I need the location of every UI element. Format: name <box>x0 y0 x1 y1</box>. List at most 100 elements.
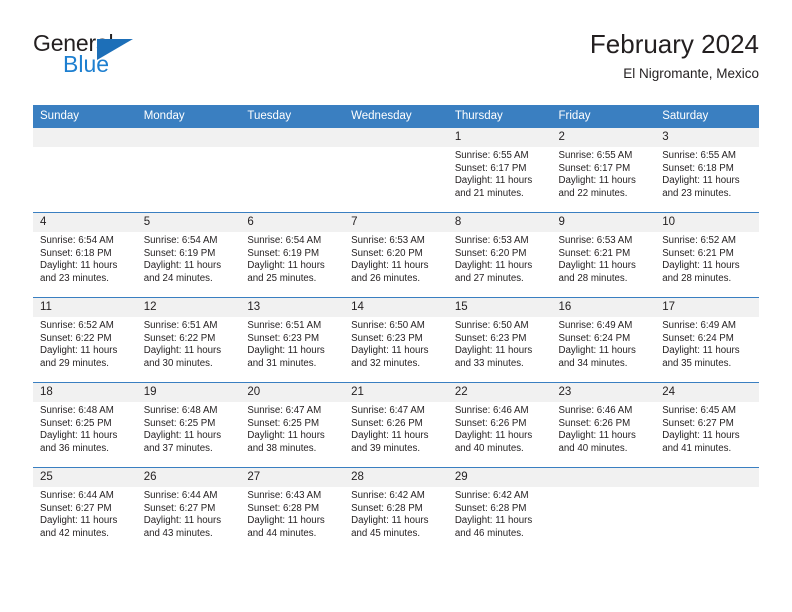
sunrise-time: Sunrise: 6:55 AM <box>454 150 529 161</box>
day-16: 16 Sunrise: 6:49 AM Sunset: 6:24 PM Dayligh… <box>551 298 656 382</box>
calendar-day-cell[interactable]: 1 Sunrise: 6:55 AM Sunset: 6:17 PM Daylight… <box>447 127 552 213</box>
calendar-day-cell[interactable]: 15 Sunrise: 6:50 AM Sunset: 6:23 PM Dayligh… <box>447 297 552 383</box>
calendar-day-cell[interactable]: 29 Sunrise: 6:42 AM Sunset: 6:28 PM Dayligh… <box>447 467 552 552</box>
daylight-duration-line2: and 32 minutes. <box>351 357 421 369</box>
day-number <box>33 128 137 147</box>
sunrise-time: Sunrise: 6:44 AM <box>143 490 218 501</box>
calendar-day-cell[interactable]: 11 Sunrise: 6:52 AM Sunset: 6:22 PM Dayligh… <box>33 297 137 383</box>
sunrise-time: Sunrise: 6:51 AM <box>247 320 322 331</box>
daylight-duration-line2: and 31 minutes. <box>247 357 317 369</box>
sunrise-time: Sunrise: 6:54 AM <box>143 235 218 246</box>
day-details: Sunrise: 6:49 AM Sunset: 6:24 PM Daylight:… <box>552 317 656 370</box>
day-details: Sunrise: 6:47 AM Sunset: 6:26 PM Daylight:… <box>344 402 448 455</box>
daylight-duration-line2: and 26 minutes. <box>351 272 421 284</box>
sunset-time: Sunset: 6:28 PM <box>247 502 320 514</box>
calendar-day-cell[interactable]: 4 Sunrise: 6:54 AM Sunset: 6:18 PM Daylight… <box>33 212 137 298</box>
sunset-time: Sunset: 6:21 PM <box>558 247 631 259</box>
sunset-time: Sunset: 6:26 PM <box>454 417 527 429</box>
day-number: 24 <box>655 383 759 402</box>
daylight-duration-line1: Daylight: 11 hours <box>558 260 636 272</box>
calendar-day-cell[interactable]: 16 Sunrise: 6:49 AM Sunset: 6:24 PM Dayligh… <box>551 297 656 383</box>
daylight-duration-line2: and 23 minutes. <box>662 187 732 199</box>
calendar-day-cell[interactable]: 3 Sunrise: 6:55 AM Sunset: 6:18 PM Daylight… <box>655 127 759 213</box>
day-27: 27 Sunrise: 6:43 AM Sunset: 6:28 PM Dayligh… <box>240 468 345 552</box>
day-details: Sunrise: 6:48 AM Sunset: 6:25 PM Daylight:… <box>137 402 241 455</box>
calendar-day-cell[interactable]: 14 Sunrise: 6:50 AM Sunset: 6:23 PM Dayligh… <box>344 297 448 383</box>
sunset-time: Sunset: 6:17 PM <box>558 162 631 174</box>
calendar-day-cell[interactable]: 20 Sunrise: 6:47 AM Sunset: 6:25 PM Dayligh… <box>240 382 345 468</box>
day-number: 11 <box>33 298 137 317</box>
calendar-day-cell[interactable]: 21 Sunrise: 6:47 AM Sunset: 6:26 PM Dayligh… <box>344 382 448 468</box>
day-details: Sunrise: 6:53 AM Sunset: 6:20 PM Daylight:… <box>344 232 448 285</box>
calendar-day-cell[interactable]: 9 Sunrise: 6:53 AM Sunset: 6:21 PM Daylight… <box>551 212 656 298</box>
daylight-duration-line1: Daylight: 11 hours <box>247 345 325 357</box>
calendar-day-cell[interactable]: 13 Sunrise: 6:51 AM Sunset: 6:23 PM Dayligh… <box>240 297 345 383</box>
calendar-day-cell[interactable]: 24 Sunrise: 6:45 AM Sunset: 6:27 PM Dayligh… <box>655 382 759 468</box>
day-18: 18 Sunrise: 6:48 AM Sunset: 6:25 PM Dayligh… <box>33 383 137 467</box>
calendar-day-cell[interactable]: 22 Sunrise: 6:46 AM Sunset: 6:26 PM Dayligh… <box>447 382 552 468</box>
day-4: 4 Sunrise: 6:54 AM Sunset: 6:18 PM Daylight… <box>33 213 137 297</box>
calendar-day-cell[interactable]: 28 Sunrise: 6:42 AM Sunset: 6:28 PM Dayligh… <box>344 467 448 552</box>
day-number: 25 <box>33 468 137 487</box>
daylight-duration-line1: Daylight: 11 hours <box>40 515 118 527</box>
daylight-duration-line1: Daylight: 11 hours <box>351 260 429 272</box>
calendar-day-cell[interactable] <box>344 127 448 213</box>
calendar-day-cell[interactable] <box>551 467 656 552</box>
day-details: Sunrise: 6:42 AM Sunset: 6:28 PM Daylight:… <box>344 487 448 540</box>
calendar-day-cell[interactable]: 2 Sunrise: 6:55 AM Sunset: 6:17 PM Daylight… <box>551 127 656 213</box>
calendar-day-cell[interactable]: 10 Sunrise: 6:52 AM Sunset: 6:21 PM Dayligh… <box>655 212 759 298</box>
calendar-day-cell[interactable]: 5 Sunrise: 6:54 AM Sunset: 6:19 PM Daylight… <box>136 212 241 298</box>
day-number: 28 <box>344 468 448 487</box>
day-25: 25 Sunrise: 6:44 AM Sunset: 6:27 PM Dayligh… <box>33 468 137 552</box>
calendar-day-cell[interactable] <box>136 127 241 213</box>
sunrise-time: Sunrise: 6:52 AM <box>662 235 736 246</box>
calendar-day-cell[interactable]: 8 Sunrise: 6:53 AM Sunset: 6:20 PM Daylight… <box>447 212 552 298</box>
daylight-duration-line1: Daylight: 11 hours <box>143 430 222 442</box>
day-2: 2 Sunrise: 6:55 AM Sunset: 6:17 PM Daylight… <box>551 128 656 212</box>
calendar-day-cell[interactable]: 18 Sunrise: 6:48 AM Sunset: 6:25 PM Dayligh… <box>33 382 137 468</box>
daylight-duration-line2: and 27 minutes. <box>454 272 524 284</box>
calendar-day-cell[interactable] <box>33 127 137 213</box>
day-details: Sunrise: 6:54 AM Sunset: 6:19 PM Daylight:… <box>137 232 241 285</box>
daylight-duration-line1: Daylight: 11 hours <box>40 260 118 272</box>
day-12: 12 Sunrise: 6:51 AM Sunset: 6:22 PM Dayligh… <box>136 298 241 382</box>
sunrise-time: Sunrise: 6:47 AM <box>351 405 425 416</box>
day-details: Sunrise: 6:51 AM Sunset: 6:22 PM Daylight:… <box>137 317 241 370</box>
calendar-week-row: 11 Sunrise: 6:52 AM Sunset: 6:22 PM Dayligh… <box>33 297 759 383</box>
weekday-header-wednesday: Wednesday <box>344 105 448 128</box>
day-29: 29 Sunrise: 6:42 AM Sunset: 6:28 PM Dayligh… <box>447 468 552 552</box>
sunset-time: Sunset: 6:24 PM <box>558 332 631 344</box>
calendar-day-cell[interactable]: 27 Sunrise: 6:43 AM Sunset: 6:28 PM Dayligh… <box>240 467 345 552</box>
day-details: Sunrise: 6:50 AM Sunset: 6:23 PM Daylight:… <box>448 317 552 370</box>
daylight-duration-line1: Daylight: 11 hours <box>454 175 533 187</box>
empty-day <box>33 128 137 212</box>
sunset-time: Sunset: 6:25 PM <box>40 417 112 429</box>
sunset-time: Sunset: 6:24 PM <box>662 332 734 344</box>
calendar-day-cell[interactable]: 17 Sunrise: 6:49 AM Sunset: 6:24 PM Dayligh… <box>655 297 759 383</box>
daylight-duration-line2: and 38 minutes. <box>247 442 317 454</box>
calendar-day-cell[interactable]: 6 Sunrise: 6:54 AM Sunset: 6:19 PM Daylight… <box>240 212 345 298</box>
sunrise-time: Sunrise: 6:55 AM <box>558 150 633 161</box>
day-24: 24 Sunrise: 6:45 AM Sunset: 6:27 PM Dayligh… <box>655 383 759 467</box>
day-8: 8 Sunrise: 6:53 AM Sunset: 6:20 PM Daylight… <box>447 213 552 297</box>
calendar-day-cell[interactable]: 23 Sunrise: 6:46 AM Sunset: 6:26 PM Dayligh… <box>551 382 656 468</box>
day-20: 20 Sunrise: 6:47 AM Sunset: 6:25 PM Dayligh… <box>240 383 345 467</box>
daylight-duration-line2: and 45 minutes. <box>351 527 421 539</box>
daylight-duration-line1: Daylight: 11 hours <box>662 260 740 272</box>
daylight-duration-line1: Daylight: 11 hours <box>143 515 222 527</box>
calendar-day-cell[interactable]: 25 Sunrise: 6:44 AM Sunset: 6:27 PM Dayligh… <box>33 467 137 552</box>
sunset-time: Sunset: 6:26 PM <box>558 417 631 429</box>
calendar-day-cell[interactable]: 26 Sunrise: 6:44 AM Sunset: 6:27 PM Dayligh… <box>136 467 241 552</box>
sunset-time: Sunset: 6:19 PM <box>143 247 216 259</box>
calendar-day-cell[interactable] <box>655 467 759 552</box>
general-blue-logo[interactable]: General Blue <box>33 32 153 88</box>
sunrise-time: Sunrise: 6:54 AM <box>40 235 114 246</box>
calendar-day-cell[interactable]: 19 Sunrise: 6:48 AM Sunset: 6:25 PM Dayligh… <box>136 382 241 468</box>
calendar-day-cell[interactable]: 12 Sunrise: 6:51 AM Sunset: 6:22 PM Dayligh… <box>136 297 241 383</box>
sunset-time: Sunset: 6:23 PM <box>247 332 320 344</box>
calendar-day-cell[interactable]: 7 Sunrise: 6:53 AM Sunset: 6:20 PM Daylight… <box>344 212 448 298</box>
calendar-day-cell[interactable] <box>240 127 345 213</box>
day-number: 20 <box>240 383 345 402</box>
day-number: 3 <box>655 128 759 147</box>
sunrise-time: Sunrise: 6:49 AM <box>558 320 633 331</box>
